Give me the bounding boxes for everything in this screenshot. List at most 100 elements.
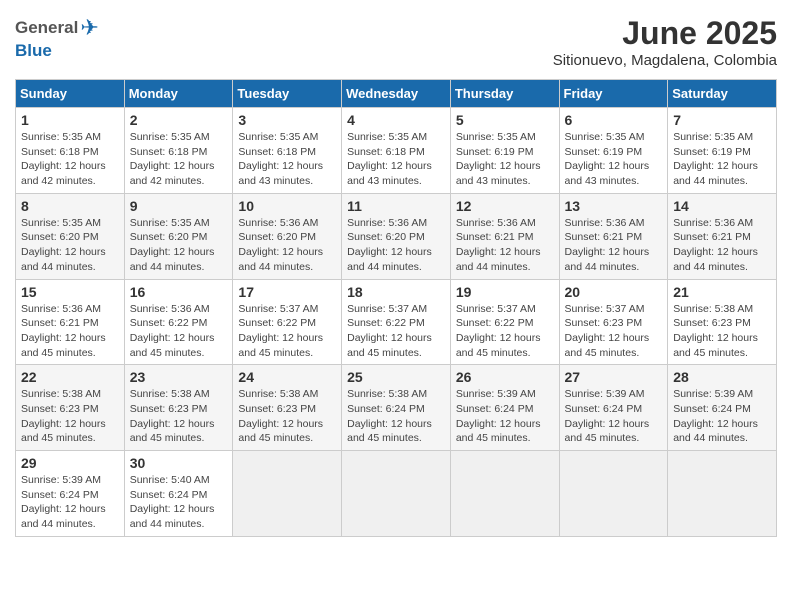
day-number: 25: [347, 369, 445, 385]
calendar-cell: 15 Sunrise: 5:36 AM Sunset: 6:21 PM Dayli…: [16, 279, 125, 365]
day-info: Sunrise: 5:36 AM Sunset: 6:20 PM Dayligh…: [347, 216, 445, 275]
day-info: Sunrise: 5:35 AM Sunset: 6:18 PM Dayligh…: [238, 130, 336, 189]
weekday-header-wednesday: Wednesday: [342, 80, 451, 108]
day-number: 23: [130, 369, 228, 385]
day-info: Sunrise: 5:35 AM Sunset: 6:18 PM Dayligh…: [347, 130, 445, 189]
calendar-cell: 10 Sunrise: 5:36 AM Sunset: 6:20 PM Dayli…: [233, 193, 342, 279]
header: General ✈ Blue June 2025 Sitionuevo, Mag…: [15, 15, 777, 69]
day-number: 8: [21, 198, 119, 214]
day-info: Sunrise: 5:38 AM Sunset: 6:23 PM Dayligh…: [130, 387, 228, 446]
calendar-cell: [668, 451, 777, 537]
day-number: 11: [347, 198, 445, 214]
week-row-3: 15 Sunrise: 5:36 AM Sunset: 6:21 PM Dayli…: [16, 279, 777, 365]
weekday-header-row: SundayMondayTuesdayWednesdayThursdayFrid…: [16, 80, 777, 108]
location-subtitle: Sitionuevo, Magdalena, Colombia: [553, 52, 777, 69]
day-info: Sunrise: 5:35 AM Sunset: 6:18 PM Dayligh…: [130, 130, 228, 189]
calendar-cell: 25 Sunrise: 5:38 AM Sunset: 6:24 PM Dayli…: [342, 365, 451, 451]
day-info: Sunrise: 5:35 AM Sunset: 6:18 PM Dayligh…: [21, 130, 119, 189]
calendar-cell: 19 Sunrise: 5:37 AM Sunset: 6:22 PM Dayli…: [450, 279, 559, 365]
calendar-cell: 9 Sunrise: 5:35 AM Sunset: 6:20 PM Daylig…: [124, 193, 233, 279]
day-info: Sunrise: 5:35 AM Sunset: 6:19 PM Dayligh…: [673, 130, 771, 189]
calendar-cell: 18 Sunrise: 5:37 AM Sunset: 6:22 PM Dayli…: [342, 279, 451, 365]
day-info: Sunrise: 5:36 AM Sunset: 6:21 PM Dayligh…: [673, 216, 771, 275]
calendar-cell: 28 Sunrise: 5:39 AM Sunset: 6:24 PM Dayli…: [668, 365, 777, 451]
title-area: June 2025 Sitionuevo, Magdalena, Colombi…: [553, 15, 777, 69]
calendar-cell: 22 Sunrise: 5:38 AM Sunset: 6:23 PM Dayli…: [16, 365, 125, 451]
calendar-cell: 30 Sunrise: 5:40 AM Sunset: 6:24 PM Dayli…: [124, 451, 233, 537]
day-info: Sunrise: 5:35 AM Sunset: 6:19 PM Dayligh…: [456, 130, 554, 189]
day-number: 3: [238, 112, 336, 128]
day-info: Sunrise: 5:39 AM Sunset: 6:24 PM Dayligh…: [673, 387, 771, 446]
calendar-cell: 24Sunrise: 5:38 AM Sunset: 6:23 PM Dayli…: [233, 365, 342, 451]
calendar-cell: 7 Sunrise: 5:35 AM Sunset: 6:19 PM Daylig…: [668, 108, 777, 194]
day-info: Sunrise: 5:36 AM Sunset: 6:21 PM Dayligh…: [21, 302, 119, 361]
calendar-cell: 17Sunrise: 5:37 AM Sunset: 6:22 PM Dayli…: [233, 279, 342, 365]
day-number: 1: [21, 112, 119, 128]
calendar-cell: 4 Sunrise: 5:35 AM Sunset: 6:18 PM Daylig…: [342, 108, 451, 194]
day-number: 10: [238, 198, 336, 214]
day-info: Sunrise: 5:36 AM Sunset: 6:20 PM Dayligh…: [238, 216, 336, 275]
calendar-cell: [233, 451, 342, 537]
day-info: Sunrise: 5:35 AM Sunset: 6:20 PM Dayligh…: [130, 216, 228, 275]
calendar-cell: 5Sunrise: 5:35 AM Sunset: 6:19 PM Daylig…: [450, 108, 559, 194]
day-number: 17: [238, 284, 336, 300]
week-row-5: 29Sunrise: 5:39 AM Sunset: 6:24 PM Dayli…: [16, 451, 777, 537]
day-number: 4: [347, 112, 445, 128]
calendar-cell: 11 Sunrise: 5:36 AM Sunset: 6:20 PM Dayli…: [342, 193, 451, 279]
day-info: Sunrise: 5:36 AM Sunset: 6:21 PM Dayligh…: [565, 216, 663, 275]
day-number: 15: [21, 284, 119, 300]
calendar-table: SundayMondayTuesdayWednesdayThursdayFrid…: [15, 79, 777, 537]
day-number: 26: [456, 369, 554, 385]
day-number: 27: [565, 369, 663, 385]
calendar-cell: 13 Sunrise: 5:36 AM Sunset: 6:21 PM Dayli…: [559, 193, 668, 279]
day-number: 28: [673, 369, 771, 385]
day-number: 12: [456, 198, 554, 214]
day-info: Sunrise: 5:36 AM Sunset: 6:22 PM Dayligh…: [130, 302, 228, 361]
day-number: 14: [673, 198, 771, 214]
day-info: Sunrise: 5:38 AM Sunset: 6:23 PM Dayligh…: [21, 387, 119, 446]
calendar-body: 1 Sunrise: 5:35 AM Sunset: 6:18 PM Daylig…: [16, 108, 777, 537]
calendar-cell: 1 Sunrise: 5:35 AM Sunset: 6:18 PM Daylig…: [16, 108, 125, 194]
day-info: Sunrise: 5:35 AM Sunset: 6:19 PM Dayligh…: [565, 130, 663, 189]
day-info: Sunrise: 5:35 AM Sunset: 6:20 PM Dayligh…: [21, 216, 119, 275]
calendar-cell: 14 Sunrise: 5:36 AM Sunset: 6:21 PM Dayli…: [668, 193, 777, 279]
day-info: Sunrise: 5:39 AM Sunset: 6:24 PM Dayligh…: [456, 387, 554, 446]
day-number: 13: [565, 198, 663, 214]
month-title: June 2025: [553, 15, 777, 52]
calendar-cell: 29Sunrise: 5:39 AM Sunset: 6:24 PM Dayli…: [16, 451, 125, 537]
day-info: Sunrise: 5:38 AM Sunset: 6:23 PM Dayligh…: [238, 387, 336, 446]
day-number: 18: [347, 284, 445, 300]
day-number: 7: [673, 112, 771, 128]
day-number: 30: [130, 455, 228, 471]
day-info: Sunrise: 5:37 AM Sunset: 6:22 PM Dayligh…: [456, 302, 554, 361]
week-row-1: 1 Sunrise: 5:35 AM Sunset: 6:18 PM Daylig…: [16, 108, 777, 194]
calendar-cell: [450, 451, 559, 537]
day-number: 9: [130, 198, 228, 214]
calendar-cell: 21 Sunrise: 5:38 AM Sunset: 6:23 PM Dayli…: [668, 279, 777, 365]
day-number: 21: [673, 284, 771, 300]
calendar-cell: 12Sunrise: 5:36 AM Sunset: 6:21 PM Dayli…: [450, 193, 559, 279]
week-row-2: 8 Sunrise: 5:35 AM Sunset: 6:20 PM Daylig…: [16, 193, 777, 279]
day-number: 2: [130, 112, 228, 128]
calendar-cell: 23 Sunrise: 5:38 AM Sunset: 6:23 PM Dayli…: [124, 365, 233, 451]
day-info: Sunrise: 5:38 AM Sunset: 6:23 PM Dayligh…: [673, 302, 771, 361]
day-info: Sunrise: 5:40 AM Sunset: 6:24 PM Dayligh…: [130, 473, 228, 532]
calendar-cell: 6Sunrise: 5:35 AM Sunset: 6:19 PM Daylig…: [559, 108, 668, 194]
logo-bird-icon: ✈: [80, 15, 98, 41]
weekday-header-monday: Monday: [124, 80, 233, 108]
calendar-cell: 26 Sunrise: 5:39 AM Sunset: 6:24 PM Dayli…: [450, 365, 559, 451]
day-info: Sunrise: 5:39 AM Sunset: 6:24 PM Dayligh…: [21, 473, 119, 532]
calendar-cell: 3 Sunrise: 5:35 AM Sunset: 6:18 PM Daylig…: [233, 108, 342, 194]
day-info: Sunrise: 5:38 AM Sunset: 6:24 PM Dayligh…: [347, 387, 445, 446]
weekday-header-sunday: Sunday: [16, 80, 125, 108]
day-number: 20: [565, 284, 663, 300]
day-number: 22: [21, 369, 119, 385]
day-number: 19: [456, 284, 554, 300]
day-info: Sunrise: 5:37 AM Sunset: 6:22 PM Dayligh…: [347, 302, 445, 361]
calendar-cell: 2 Sunrise: 5:35 AM Sunset: 6:18 PM Daylig…: [124, 108, 233, 194]
weekday-header-thursday: Thursday: [450, 80, 559, 108]
weekday-header-tuesday: Tuesday: [233, 80, 342, 108]
day-number: 16: [130, 284, 228, 300]
day-info: Sunrise: 5:39 AM Sunset: 6:24 PM Dayligh…: [565, 387, 663, 446]
day-info: Sunrise: 5:37 AM Sunset: 6:23 PM Dayligh…: [565, 302, 663, 361]
